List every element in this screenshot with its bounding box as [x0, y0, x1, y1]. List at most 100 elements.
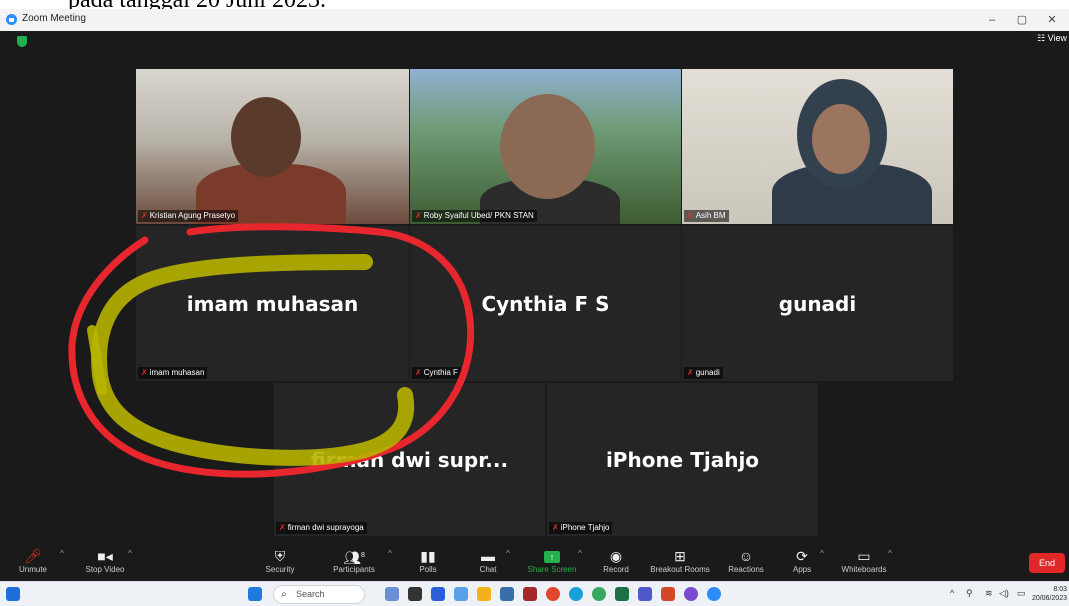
- maximize-button[interactable]: ▢: [1007, 11, 1037, 29]
- breakout-rooms-label: Breakout Rooms: [650, 565, 710, 574]
- tray-arrow-icon[interactable]: ^: [950, 588, 954, 598]
- view-button[interactable]: ☷ View: [1037, 33, 1067, 44]
- whiteboard-icon: ▭: [857, 548, 871, 564]
- shield-icon: ⛨: [274, 548, 286, 564]
- participants-count: 8: [360, 552, 365, 559]
- title-bar: Zoom Meeting – ▢ ✕: [0, 9, 1069, 31]
- browser-icon[interactable]: [684, 587, 698, 601]
- teams-icon[interactable]: [638, 587, 652, 601]
- muted-mic-icon: ✗: [415, 368, 422, 377]
- participant-name: Roby Syaiful Ubed/ PKN STAN: [423, 211, 534, 220]
- video-tile-gunadi[interactable]: gunadi ✗ gunadi: [682, 226, 953, 381]
- battery-icon[interactable]: ▭: [1017, 588, 1026, 599]
- share-screen-label: Share Screen: [527, 565, 577, 574]
- app-icon[interactable]: [431, 587, 445, 601]
- participants-icon: 👥︎8: [343, 549, 365, 566]
- widgets-icon[interactable]: [6, 587, 20, 601]
- video-tile-roby[interactable]: ✗ Roby Syaiful Ubed/ PKN STAN: [410, 69, 681, 224]
- participant-label: ✗ firman dwi suprayoga: [276, 522, 367, 534]
- end-meeting-button[interactable]: End: [1029, 553, 1065, 573]
- muted-mic-icon: ✗: [141, 368, 148, 377]
- participant-display-name: iPhone Tjahjo: [605, 447, 760, 472]
- windows-start-icon[interactable]: [248, 587, 262, 601]
- reactions-label: Reactions: [728, 565, 764, 574]
- whiteboards-label: Whiteboards: [841, 565, 887, 574]
- participant-name: Cynthia F: [423, 368, 458, 377]
- share-caret-icon[interactable]: ^: [578, 549, 582, 558]
- wifi-icon[interactable]: ≋: [985, 588, 993, 599]
- file-explorer-icon[interactable]: [477, 587, 491, 601]
- window-title: Zoom Meeting: [22, 13, 86, 24]
- participant-display-name: imam muhasan: [186, 291, 359, 316]
- video-tile-firman[interactable]: firman dwi supr... ✗ firman dwi suprayoga: [274, 383, 545, 536]
- view-label: View: [1047, 33, 1067, 43]
- participant-label: ✗ gunadi: [684, 367, 723, 379]
- apps-label: Apps: [792, 565, 812, 574]
- participants-caret-icon[interactable]: ^: [388, 549, 392, 558]
- volume-icon[interactable]: ◁): [999, 588, 1009, 599]
- zoom-taskbar-icon[interactable]: [707, 587, 721, 601]
- video-tile-iphone[interactable]: iPhone Tjahjo ✗ iPhone Tjahjo: [547, 383, 818, 536]
- muted-mic-icon: ✗: [552, 523, 559, 532]
- share-screen-button[interactable]: ↑ Share Screen: [520, 547, 584, 574]
- minimize-button[interactable]: –: [977, 11, 1007, 29]
- participants-button[interactable]: 👥︎8 Participants: [322, 547, 386, 574]
- stop-video-label: Stop Video: [85, 565, 125, 574]
- app-icon[interactable]: [408, 587, 422, 601]
- taskview-icon[interactable]: [385, 587, 399, 601]
- person-head: [231, 97, 301, 177]
- breakout-rooms-icon: ⊞: [674, 548, 686, 564]
- muted-mic-icon: ✗: [687, 211, 694, 220]
- record-button[interactable]: ◉ Record: [584, 547, 648, 574]
- whiteboards-button[interactable]: ▭ Whiteboards: [832, 547, 896, 574]
- participant-display-name: gunadi: [778, 291, 857, 316]
- chat-button[interactable]: ▬ Chat: [456, 547, 520, 574]
- close-button[interactable]: ✕: [1037, 11, 1067, 29]
- app-icon[interactable]: [523, 587, 537, 601]
- mic-tray-icon[interactable]: ⚲: [966, 588, 973, 599]
- reactions-button[interactable]: ☺ Reactions: [714, 547, 778, 574]
- zoom-logo-icon: [6, 14, 17, 25]
- audio-options-caret-icon[interactable]: ^: [60, 549, 64, 558]
- clock-date: 20/06/2023: [1031, 595, 1067, 602]
- video-tile-cynthia[interactable]: Cynthia F S ✗ Cynthia F: [410, 226, 681, 381]
- apps-caret-icon[interactable]: ^: [820, 549, 824, 558]
- excel-icon[interactable]: [615, 587, 629, 601]
- app-icon[interactable]: [500, 587, 514, 601]
- breakout-rooms-button[interactable]: ⊞ Breakout Rooms: [648, 547, 712, 574]
- app-icon[interactable]: [454, 587, 468, 601]
- participant-display-name: Cynthia F S: [481, 291, 610, 316]
- encryption-shield-icon[interactable]: [17, 36, 27, 47]
- muted-mic-icon: ✗: [279, 523, 286, 532]
- participant-display-name: firman dwi supr...: [310, 447, 509, 472]
- video-tile-imam[interactable]: imam muhasan ✗ imam muhasan: [136, 226, 409, 381]
- participant-name: Asih BM: [695, 211, 726, 220]
- video-tile-asih[interactable]: ✗ Asih BM: [682, 69, 953, 224]
- smiley-plus-icon: ☺: [738, 548, 754, 564]
- whiteboards-caret-icon[interactable]: ^: [888, 549, 892, 558]
- taskbar-search[interactable]: ⌕ Search: [273, 585, 365, 604]
- participant-name: gunadi: [695, 368, 720, 377]
- participants-label: Participants: [333, 565, 375, 574]
- browser-icon[interactable]: [592, 587, 606, 601]
- edge-icon[interactable]: [569, 587, 583, 601]
- unmute-button[interactable]: 🎤︎ Unmute: [8, 547, 58, 574]
- participant-label: ✗ iPhone Tjahjo: [549, 522, 613, 534]
- bar-chart-icon: ▮▮: [420, 548, 436, 564]
- muted-mic-icon: 🎤︎: [24, 548, 42, 564]
- chrome-icon[interactable]: [546, 587, 560, 601]
- clock-time: 8:03: [1053, 586, 1067, 593]
- video-options-caret-icon[interactable]: ^: [128, 549, 132, 558]
- security-button[interactable]: ⛨ Security: [248, 547, 312, 574]
- chat-caret-icon[interactable]: ^: [506, 549, 510, 558]
- participant-label: ✗ Roby Syaiful Ubed/ PKN STAN: [412, 210, 537, 222]
- participant-label: ✗ Asih BM: [684, 210, 729, 222]
- video-tile-kristian[interactable]: ✗ Kristian Agung Prasetyo: [136, 69, 409, 224]
- polls-button[interactable]: ▮▮ Polls: [396, 547, 460, 574]
- polls-label: Polls: [419, 565, 437, 574]
- powerpoint-icon[interactable]: [661, 587, 675, 601]
- apps-button[interactable]: ⟳ Apps: [770, 547, 834, 574]
- search-placeholder: Search: [296, 589, 325, 599]
- windows-taskbar: ⌕ Search ^ ⚲ ≋ ◁) ▭ 8:03 20/06/2023: [0, 581, 1069, 606]
- system-clock[interactable]: 8:03 20/06/2023: [1032, 585, 1067, 603]
